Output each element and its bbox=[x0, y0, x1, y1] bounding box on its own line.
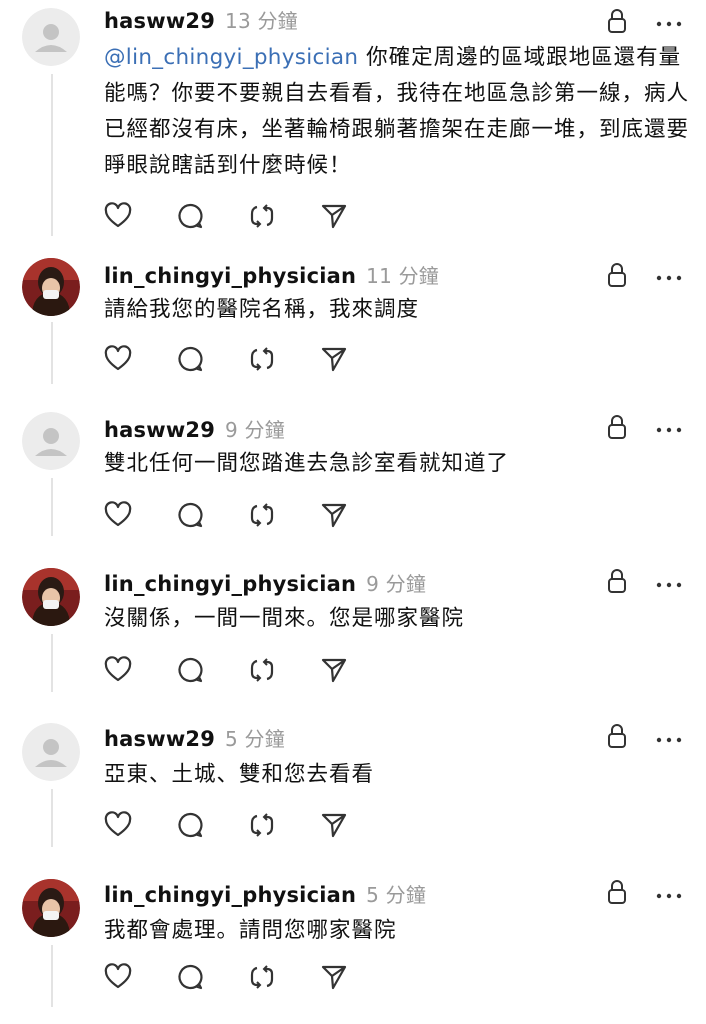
thread-line bbox=[51, 74, 53, 236]
repost-icon[interactable] bbox=[248, 501, 276, 529]
comment-header: lin_chingyi_physician 5 分鐘 bbox=[104, 879, 426, 908]
lock-icon bbox=[606, 262, 628, 288]
comment-text: 亞東、土城、雙和您去看看 bbox=[104, 762, 375, 787]
timestamp: 9 分鐘 bbox=[366, 572, 427, 596]
username[interactable]: hasww29 bbox=[104, 418, 215, 442]
comment-header: lin_chingyi_physician 9 分鐘 bbox=[104, 568, 426, 597]
repost-icon[interactable] bbox=[248, 963, 276, 991]
comment-icon[interactable] bbox=[176, 501, 204, 529]
lock-icon bbox=[606, 8, 628, 34]
action-bar bbox=[104, 656, 364, 686]
heart-icon[interactable] bbox=[104, 811, 132, 839]
username[interactable]: hasww29 bbox=[104, 9, 215, 33]
comment-text: @lin_chingyi_physician 你確定周邊的區域跟地區還有量能嗎？… bbox=[104, 45, 690, 178]
repost-icon[interactable] bbox=[248, 811, 276, 839]
thread-line bbox=[51, 789, 53, 847]
lock-icon bbox=[606, 568, 628, 594]
thread-line bbox=[51, 322, 53, 384]
thread-line bbox=[51, 634, 53, 692]
lock-icon bbox=[606, 879, 628, 905]
action-bar bbox=[104, 811, 364, 841]
timestamp: 13 分鐘 bbox=[225, 9, 298, 33]
comment-text: 雙北任何一間您踏進去急診室看就知道了 bbox=[104, 451, 510, 476]
more-icon[interactable] bbox=[654, 268, 684, 281]
send-icon[interactable] bbox=[320, 963, 348, 991]
heart-icon[interactable] bbox=[104, 656, 132, 684]
send-icon[interactable] bbox=[320, 501, 348, 529]
action-bar bbox=[104, 963, 364, 993]
photo-avatar[interactable] bbox=[22, 568, 80, 626]
comment-header: hasww29 5 分鐘 bbox=[104, 723, 285, 752]
more-icon[interactable] bbox=[654, 886, 684, 899]
repost-icon[interactable] bbox=[248, 656, 276, 684]
photo-avatar[interactable] bbox=[22, 258, 80, 316]
send-icon[interactable] bbox=[320, 656, 348, 684]
more-icon[interactable] bbox=[654, 420, 684, 433]
heart-icon[interactable] bbox=[104, 501, 132, 529]
thread-line bbox=[51, 945, 53, 1007]
default-avatar[interactable] bbox=[22, 723, 80, 781]
send-icon[interactable] bbox=[320, 345, 348, 373]
more-icon[interactable] bbox=[654, 14, 684, 27]
timestamp: 5 分鐘 bbox=[225, 727, 285, 751]
comment-icon[interactable] bbox=[176, 202, 204, 230]
more-icon[interactable] bbox=[654, 730, 684, 743]
heart-icon[interactable] bbox=[104, 345, 132, 373]
comment-header: hasww29 13 分鐘 bbox=[104, 5, 298, 34]
username[interactable]: lin_chingyi_physician bbox=[104, 572, 356, 596]
photo-avatar[interactable] bbox=[22, 879, 80, 937]
repost-icon[interactable] bbox=[248, 202, 276, 230]
repost-icon[interactable] bbox=[248, 345, 276, 373]
action-bar bbox=[104, 501, 364, 531]
comment-icon[interactable] bbox=[176, 811, 204, 839]
lock-icon bbox=[606, 414, 628, 440]
comment-icon[interactable] bbox=[176, 345, 204, 373]
thread-line bbox=[51, 478, 53, 536]
more-icon[interactable] bbox=[654, 575, 684, 588]
username[interactable]: lin_chingyi_physician bbox=[104, 264, 356, 288]
default-avatar[interactable] bbox=[22, 412, 80, 470]
heart-icon[interactable] bbox=[104, 963, 132, 991]
comment-text: 請給我您的醫院名稱，我來調度 bbox=[104, 297, 420, 322]
timestamp: 9 分鐘 bbox=[225, 418, 285, 442]
action-bar bbox=[104, 345, 364, 375]
username[interactable]: hasww29 bbox=[104, 727, 215, 751]
timestamp: 5 分鐘 bbox=[366, 883, 427, 907]
action-bar bbox=[104, 202, 364, 232]
comment-header: lin_chingyi_physician 11 分鐘 bbox=[104, 260, 439, 289]
comment-icon[interactable] bbox=[176, 963, 204, 991]
timestamp: 11 分鐘 bbox=[366, 264, 439, 288]
username[interactable]: lin_chingyi_physician bbox=[104, 883, 356, 907]
heart-icon[interactable] bbox=[104, 202, 132, 230]
send-icon[interactable] bbox=[320, 202, 348, 230]
send-icon[interactable] bbox=[320, 811, 348, 839]
mention-link[interactable]: @lin_chingyi_physician bbox=[104, 45, 358, 70]
comment-text: 我都會處理。請問您哪家醫院 bbox=[104, 918, 397, 943]
default-avatar[interactable] bbox=[22, 8, 80, 66]
comment-header: hasww29 9 分鐘 bbox=[104, 414, 285, 443]
comment-icon[interactable] bbox=[176, 656, 204, 684]
comment-text: 沒關係，一間一間來。您是哪家醫院 bbox=[104, 606, 465, 631]
lock-icon bbox=[606, 723, 628, 749]
